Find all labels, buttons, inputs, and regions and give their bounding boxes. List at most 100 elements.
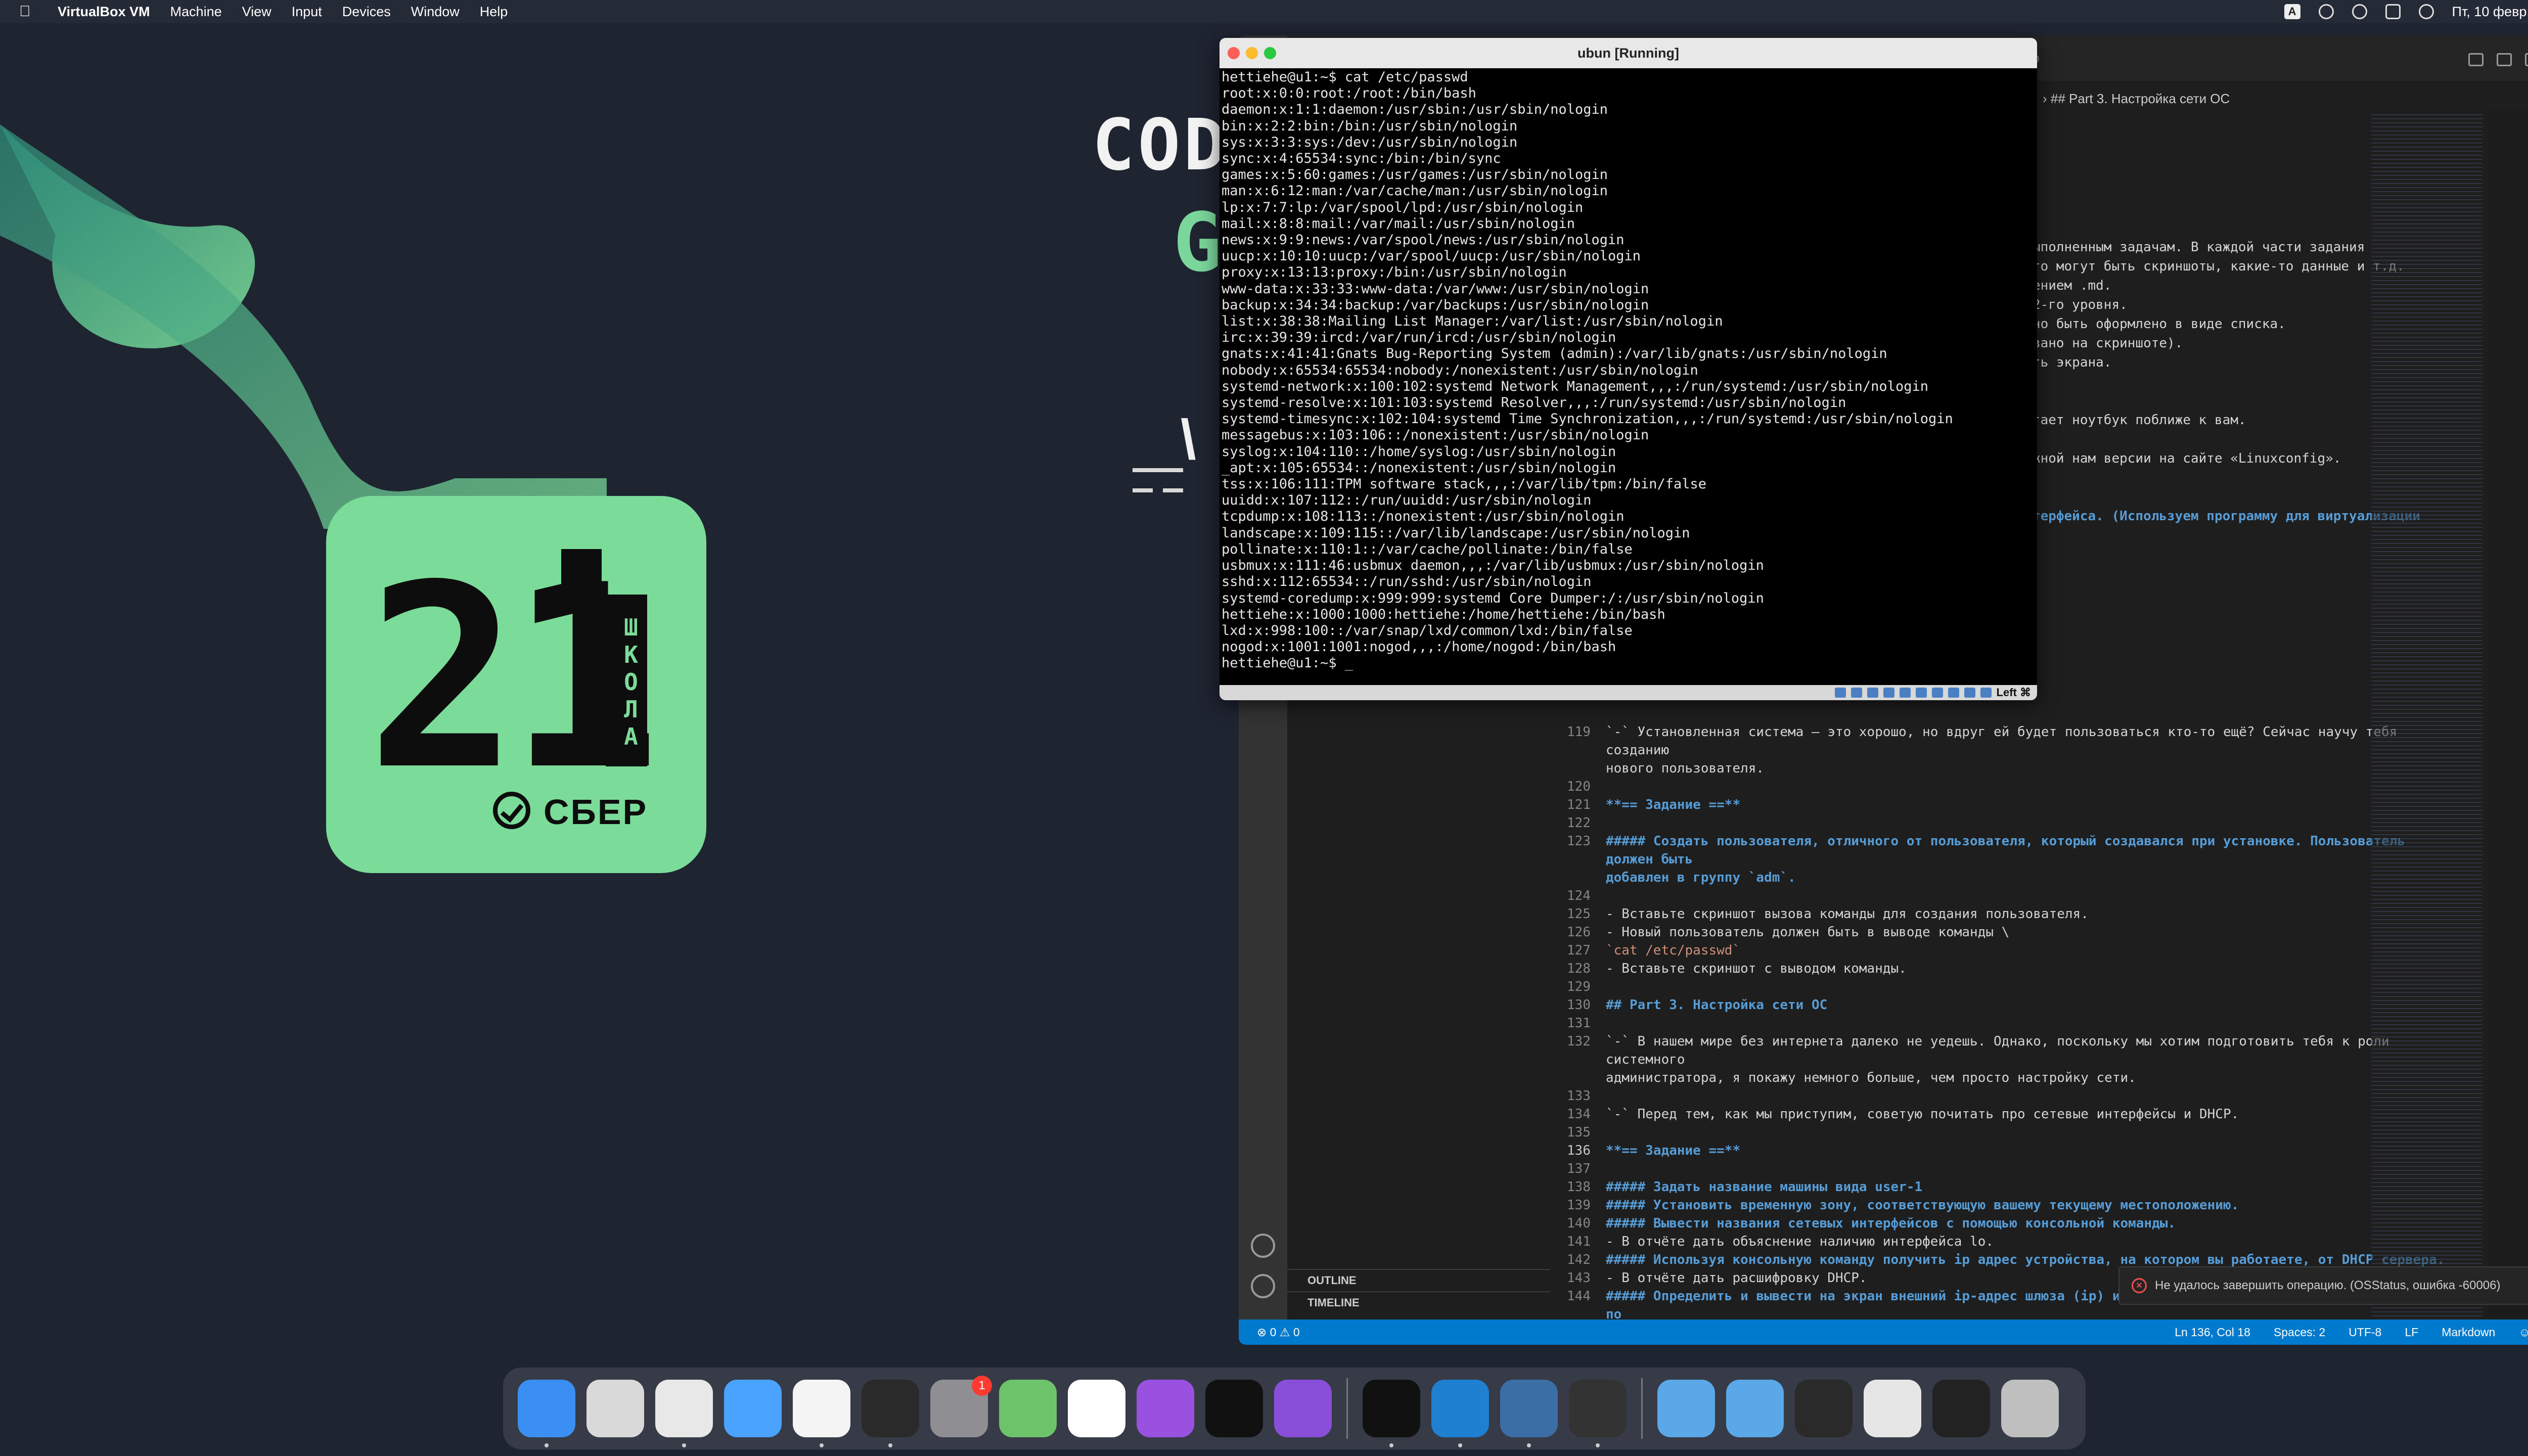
dock-vscode-icon[interactable] [1431, 1380, 1489, 1447]
editor-line[interactable]: 139 ##### Установить временную зону, соот… [1550, 1196, 2465, 1214]
error-notification-toast[interactable]: × Не удалось завершить операцию. (OSStat… [2118, 1266, 2528, 1305]
editor-line[interactable]: нового пользователя. [1550, 759, 2465, 778]
editor-line[interactable]: 132 `-` В нашем мире без интернета далеко… [1550, 1032, 2465, 1069]
dock-screenshot-thumb-2-icon[interactable] [1864, 1380, 1921, 1437]
dock-screenshot-thumb-1-icon[interactable] [1795, 1380, 1853, 1437]
line-text: ## Part 3. Настройка сети ОС [1606, 997, 1828, 1013]
editor-line[interactable]: 136 **== Задание ==** [1550, 1142, 2465, 1160]
wifi-icon[interactable] [2318, 4, 2334, 19]
accounts-icon[interactable] [1251, 1234, 1275, 1258]
editor-line[interactable]: 130 ## Part 3. Настройка сети ОС [1550, 996, 2465, 1014]
timeline-panel-header[interactable]: TIMELINE [1287, 1291, 1550, 1313]
keyboard-capture-status-icon[interactable] [1980, 688, 1992, 698]
editor-line[interactable]: 126 - Новый пользователь должен быть в вы… [1550, 923, 2465, 941]
menu-window[interactable]: Window [411, 4, 460, 20]
shared-folders-status-icon[interactable] [1915, 688, 1927, 698]
dock-chrome-icon[interactable] [655, 1380, 713, 1447]
toggle-panel-icon[interactable] [2497, 53, 2512, 66]
dock-vm-window-icon[interactable] [1569, 1380, 1627, 1447]
editor-line[interactable]: 127 `cat /etc/passwd` [1550, 941, 2465, 960]
audio-status-icon[interactable] [1867, 688, 1878, 698]
editor-line[interactable]: 120 [1550, 778, 2465, 796]
close-window-button[interactable] [1228, 47, 1240, 59]
dock-system-settings-icon[interactable]: 1 [930, 1376, 992, 1437]
siri-icon[interactable] [2418, 4, 2434, 19]
dock-mail-icon[interactable] [724, 1380, 782, 1437]
dock-podcasts-icon[interactable] [1137, 1380, 1194, 1437]
editor-line[interactable]: 131 [1550, 1014, 2465, 1032]
editor-line[interactable]: 137 [1550, 1160, 2465, 1178]
vm-titlebar[interactable]: ubun [Running] [1220, 38, 2037, 68]
menu-view[interactable]: View [242, 4, 272, 20]
toggle-secondary-sidebar-icon[interactable] [2525, 53, 2528, 66]
editor-line[interactable]: 123 ##### Создать пользователя, отличного… [1550, 832, 2465, 869]
dock-finder-icon[interactable] [518, 1380, 575, 1447]
editor-breadcrumb[interactable]: › ## Part 3. Настройка сети ОС [2043, 91, 2230, 107]
editor-line[interactable]: 124 [1550, 887, 2465, 905]
dock-virtualbox-icon[interactable] [1500, 1380, 1558, 1447]
editor-line[interactable]: 122 [1550, 814, 2465, 832]
hard-disk-status-icon[interactable] [1834, 688, 1846, 698]
network-status-icon[interactable] [1883, 688, 1894, 698]
cursor-position[interactable]: Ln 136, Col 18 [2175, 1326, 2250, 1339]
manage-gear-icon[interactable] [1251, 1274, 1275, 1298]
editor-line[interactable]: 129 [1550, 978, 2465, 996]
editor-line[interactable]: 125 - Вставьте скриншот вызова команды дл… [1550, 905, 2465, 923]
dock-feedback-icon[interactable] [1274, 1380, 1332, 1437]
dock-downloads-folder-icon[interactable] [1657, 1380, 1715, 1437]
editor-line[interactable]: 121 **== Задание ==** [1550, 796, 2465, 814]
dock-terminal-icon[interactable] [1363, 1380, 1420, 1447]
editor-scrollbar[interactable] [2488, 111, 2528, 1320]
dock-screenshot-thumb-3-icon[interactable] [1932, 1380, 1990, 1437]
menu-machine[interactable]: Machine [170, 4, 222, 20]
line-text [1606, 1087, 2460, 1105]
optical-drive-status-icon[interactable] [1850, 688, 1862, 698]
editor-line[interactable]: 134 `-` Перед тем, как мы приступим, сове… [1550, 1105, 2465, 1123]
zoom-window-button[interactable] [1264, 47, 1276, 59]
mouse-integration-status-icon[interactable] [1964, 688, 1975, 698]
editor-line[interactable]: администратора, я покажу немного больше,… [1550, 1069, 2465, 1087]
menu-help[interactable]: Help [480, 4, 508, 20]
virtualbox-vm-window[interactable]: ubun [Running] hettiehe@u1:~$ cat /etc/p… [1220, 38, 2037, 700]
dock-launchpad-icon[interactable] [586, 1380, 644, 1437]
editor-line[interactable]: 133 [1550, 1087, 2465, 1105]
end-of-line[interactable]: LF [2405, 1326, 2418, 1339]
menubar-clock[interactable]: Пт, 10 февр. 17:57 [2452, 4, 2528, 20]
menu-input[interactable]: Input [292, 4, 322, 20]
control-center-icon[interactable] [2385, 4, 2401, 19]
apple-menu-icon[interactable]:  [19, 3, 42, 20]
indentation-setting[interactable]: Spaces: 2 [2274, 1326, 2325, 1339]
toggle-primary-sidebar-icon[interactable] [2468, 53, 2484, 66]
usb-status-icon[interactable] [1899, 688, 1911, 698]
file-encoding[interactable]: UTF-8 [2349, 1326, 2381, 1339]
terminal-line: systemd-coredump:x:999:999:systemd Core … [1222, 590, 1764, 606]
editor-line[interactable]: 140 ##### Вывести названия сетевых интерф… [1550, 1214, 2465, 1233]
input-source-indicator[interactable]: A [2284, 4, 2300, 19]
dock-documents-folder-icon[interactable] [1726, 1380, 1784, 1437]
dock-xcode-alt-icon[interactable] [862, 1380, 919, 1447]
recording-status-icon[interactable] [1948, 688, 1959, 698]
vm-terminal-output[interactable]: hettiehe@u1:~$ cat /etc/passwd root:x:0:0… [1220, 68, 2037, 686]
host-key-label[interactable]: Left ⌘ [1997, 686, 2031, 699]
editor-line[interactable]: 119 `-` Установленная система — это хорош… [1550, 723, 2465, 759]
app-menu-virtualbox-vm[interactable]: VirtualBox VM [58, 4, 150, 20]
problems-indicator[interactable]: ⊗ 0 ⚠ 0 [1257, 1326, 1300, 1339]
editor-line[interactable]: 138 ##### Задать название машины вида use… [1550, 1178, 2465, 1196]
editor-line[interactable]: 135 [1550, 1123, 2465, 1142]
editor-line[interactable]: 141 - В отчёте дать объяснение наличию ин… [1550, 1233, 2465, 1251]
feedback-icon[interactable]: ☺ [2518, 1326, 2528, 1339]
outline-panel-header[interactable]: OUTLINE [1287, 1269, 1550, 1291]
dock-maps-icon[interactable] [999, 1380, 1057, 1437]
display-status-icon[interactable] [1931, 688, 1943, 698]
language-mode[interactable]: Markdown [2442, 1326, 2495, 1339]
dock-slack-icon[interactable] [793, 1380, 850, 1447]
dock-apple-tv-icon[interactable] [1205, 1380, 1263, 1437]
dock-trash-icon[interactable] [2001, 1380, 2059, 1437]
editor-line[interactable]: 128 - Вставьте скриншот с выводом команды… [1550, 960, 2465, 978]
menu-devices[interactable]: Devices [342, 4, 391, 20]
editor-line[interactable]: добавлен в группу `adm`. [1550, 869, 2465, 887]
spotlight-search-icon[interactable] [2352, 4, 2367, 19]
dock-photos-icon[interactable] [1068, 1380, 1125, 1437]
minimize-window-button[interactable] [1246, 47, 1258, 59]
editor-minimap[interactable] [2371, 111, 2482, 1320]
